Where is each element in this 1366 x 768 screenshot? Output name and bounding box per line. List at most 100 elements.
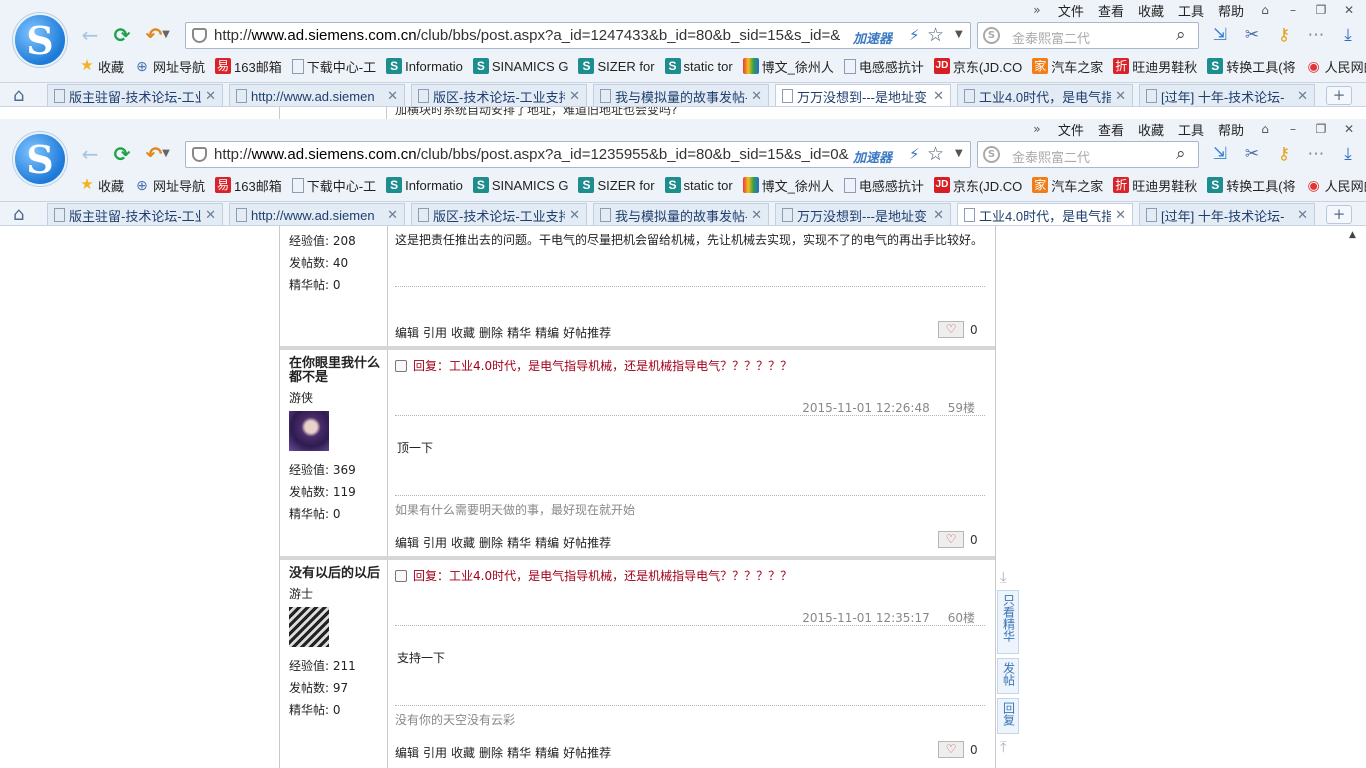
bookmark-item[interactable]: ★ 收藏 [79, 174, 124, 196]
bookmark-item[interactable]: 易 163邮箱 [215, 55, 282, 77]
tab-close-icon[interactable]: ✕ [751, 208, 762, 223]
search-engine-icon[interactable]: S [983, 146, 1000, 163]
tab-close-icon[interactable]: ✕ [205, 89, 216, 104]
search-engine-icon[interactable]: S [983, 27, 1000, 44]
search-icon[interactable]: ⌕ [1176, 25, 1186, 45]
delete-link[interactable]: 删除 [479, 744, 503, 761]
bookmark-item[interactable]: ◉人民网的 [1306, 55, 1366, 77]
bookmark-item[interactable]: S SINAMICS G [472, 55, 568, 77]
fine-edit-link[interactable]: 精编 [535, 534, 559, 551]
menu-tools[interactable]: 工具 [1178, 120, 1204, 139]
menu-favorites[interactable]: 收藏 [1138, 120, 1164, 139]
bookmark-item[interactable]: 博文_徐州人 [742, 55, 834, 77]
only-essence-button[interactable]: 只看精华 [997, 590, 1019, 654]
restore-icon[interactable]: ❐ [1314, 122, 1328, 136]
bolt-icon[interactable]: ⚡ [909, 26, 920, 44]
tab-close-icon[interactable]: ✕ [569, 208, 580, 223]
menu-favorites[interactable]: 收藏 [1138, 1, 1164, 20]
key-icon[interactable]: ⚷ [1272, 143, 1296, 165]
bookmark-item[interactable]: ⊕ 网址导航 [134, 55, 205, 77]
delete-link[interactable]: 删除 [479, 324, 503, 341]
undo-dropdown-icon[interactable]: ▼ [160, 24, 172, 46]
tab-close-icon[interactable]: ✕ [933, 89, 944, 104]
bookmark-item[interactable]: Sstatic tor [664, 55, 733, 77]
bookmark-item[interactable]: S SIZER for [578, 55, 655, 77]
tab[interactable]: http://www.ad.siemen ✕ [229, 84, 405, 106]
essence-link[interactable]: 精华 [507, 534, 531, 551]
url-text[interactable]: http://www.ad.siemens.com.cn/club/bbs/po… [214, 146, 854, 163]
tab-close-icon[interactable]: ✕ [1297, 208, 1308, 223]
bookmark-item[interactable]: S SIZER for [578, 174, 655, 196]
tab-close-icon[interactable]: ✕ [569, 89, 580, 104]
menu-expand-icon[interactable]: » [1030, 3, 1044, 17]
more-icon[interactable]: ⋯ [1304, 143, 1328, 165]
post-title-link[interactable]: 工业4.0时代，是电气指导机械，还是机械指导电气？？？？？？ [449, 359, 792, 373]
bookmark-item[interactable]: 家汽车之家 [1032, 174, 1103, 196]
fine-edit-link[interactable]: 精编 [535, 744, 559, 761]
url-dropdown-icon[interactable]: ▼ [955, 29, 963, 40]
essence-link[interactable]: 精华 [507, 324, 531, 341]
tab-close-icon[interactable]: ✕ [1115, 208, 1126, 223]
scroll-bottom-icon[interactable]: ⤓ [1000, 568, 1007, 586]
tab-close-icon[interactable]: ✕ [387, 208, 398, 223]
favorite-link[interactable]: 收藏 [451, 744, 475, 761]
tab[interactable]: 版区-技术论坛-工业支持 ✕ [411, 203, 587, 225]
new-post-button[interactable]: 发帖 [997, 658, 1019, 694]
tab[interactable]: 版主驻留-技术论坛-工业 ✕ [47, 203, 223, 225]
skin-icon[interactable]: ⌂ [1258, 3, 1272, 17]
bookmark-item[interactable]: S Informatio [386, 55, 463, 77]
bookmark-item[interactable]: S SINAMICS G [472, 174, 568, 196]
tab-close-icon[interactable]: ✕ [933, 208, 944, 223]
quote-link[interactable]: 引用 [423, 324, 447, 341]
new-tab-button[interactable]: + [1326, 205, 1352, 224]
refresh-icon[interactable]: ⟳ [110, 143, 134, 165]
refresh-icon[interactable]: ⟳ [110, 24, 134, 46]
address-bar[interactable]: http://www.ad.siemens.com.cn/club/bbs/po… [185, 22, 971, 49]
url-text[interactable]: http://www.ad.siemens.com.cn/club/bbs/po… [214, 27, 854, 44]
back-arrow-icon[interactable]: ← [78, 24, 102, 46]
bookmark-item[interactable]: ★ 收藏 [79, 55, 124, 77]
bookmark-item[interactable]: ⊕ 网址导航 [134, 174, 205, 196]
search-icon[interactable]: ⌕ [1176, 144, 1186, 164]
bookmark-item[interactable]: S Informatio [386, 174, 463, 196]
tab[interactable]: [过年] 十年-技术论坛- ✕ [1139, 84, 1315, 106]
favorite-link[interactable]: 收藏 [451, 534, 475, 551]
heart-icon[interactable]: ♡ [938, 531, 964, 548]
quote-link[interactable]: 引用 [423, 744, 447, 761]
menu-file[interactable]: 文件 [1058, 120, 1084, 139]
browser-logo-icon[interactable]: S [13, 132, 67, 186]
bookmark-item[interactable]: S 转换工具(将 [1207, 55, 1296, 77]
edit-link[interactable]: 编辑 [395, 744, 419, 761]
tab-close-icon[interactable]: ✕ [751, 89, 762, 104]
restore-icon[interactable]: ❐ [1314, 3, 1328, 17]
edit-link[interactable]: 编辑 [395, 324, 419, 341]
bookmark-item[interactable]: S 转换工具(将 [1207, 174, 1296, 196]
tab[interactable]: 我与模拟量的故事发帖- ✕ [593, 84, 769, 106]
menu-view[interactable]: 查看 [1098, 120, 1124, 139]
bookmark-item[interactable]: 折旺迪男鞋秋 [1113, 174, 1197, 196]
more-icon[interactable]: ⋯ [1304, 24, 1328, 46]
tab[interactable]: 版主驻留-技术论坛-工业 ✕ [47, 84, 223, 106]
tab[interactable]: http://www.ad.siemen ✕ [229, 203, 405, 225]
username[interactable]: 没有以后的以后 [289, 567, 381, 581]
select-checkbox[interactable] [395, 569, 407, 582]
favorite-star-icon[interactable]: ☆ [927, 24, 944, 46]
bookmark-item[interactable]: 下载中心-工 [291, 174, 376, 196]
heart-icon[interactable]: ♡ [938, 321, 964, 338]
scissors-icon[interactable]: ✂ [1240, 143, 1264, 165]
home-icon[interactable]: ⌂ [13, 204, 24, 225]
bookmark-item[interactable]: 折旺迪男鞋秋 [1113, 55, 1197, 77]
favorite-link[interactable]: 收藏 [451, 324, 475, 341]
tab-close-icon[interactable]: ✕ [1115, 89, 1126, 104]
search-box[interactable]: S 金泰熙富二代 ⌕ [977, 141, 1199, 168]
bookmark-item[interactable]: ◉人民网的 [1306, 174, 1366, 196]
reply-button[interactable]: 回复 [997, 698, 1019, 734]
essence-link[interactable]: 精华 [507, 744, 531, 761]
username[interactable]: 在你眼里我什么都不是 [289, 357, 381, 385]
tab-close-icon[interactable]: ✕ [205, 208, 216, 223]
bookmark-item[interactable]: 电感感抗计 [843, 174, 924, 196]
recommend-link[interactable]: 好帖推荐 [563, 744, 611, 761]
bookmark-item[interactable]: 家汽车之家 [1032, 55, 1103, 77]
menu-file[interactable]: 文件 [1058, 1, 1084, 20]
bookmark-item[interactable]: 电感感抗计 [843, 55, 924, 77]
